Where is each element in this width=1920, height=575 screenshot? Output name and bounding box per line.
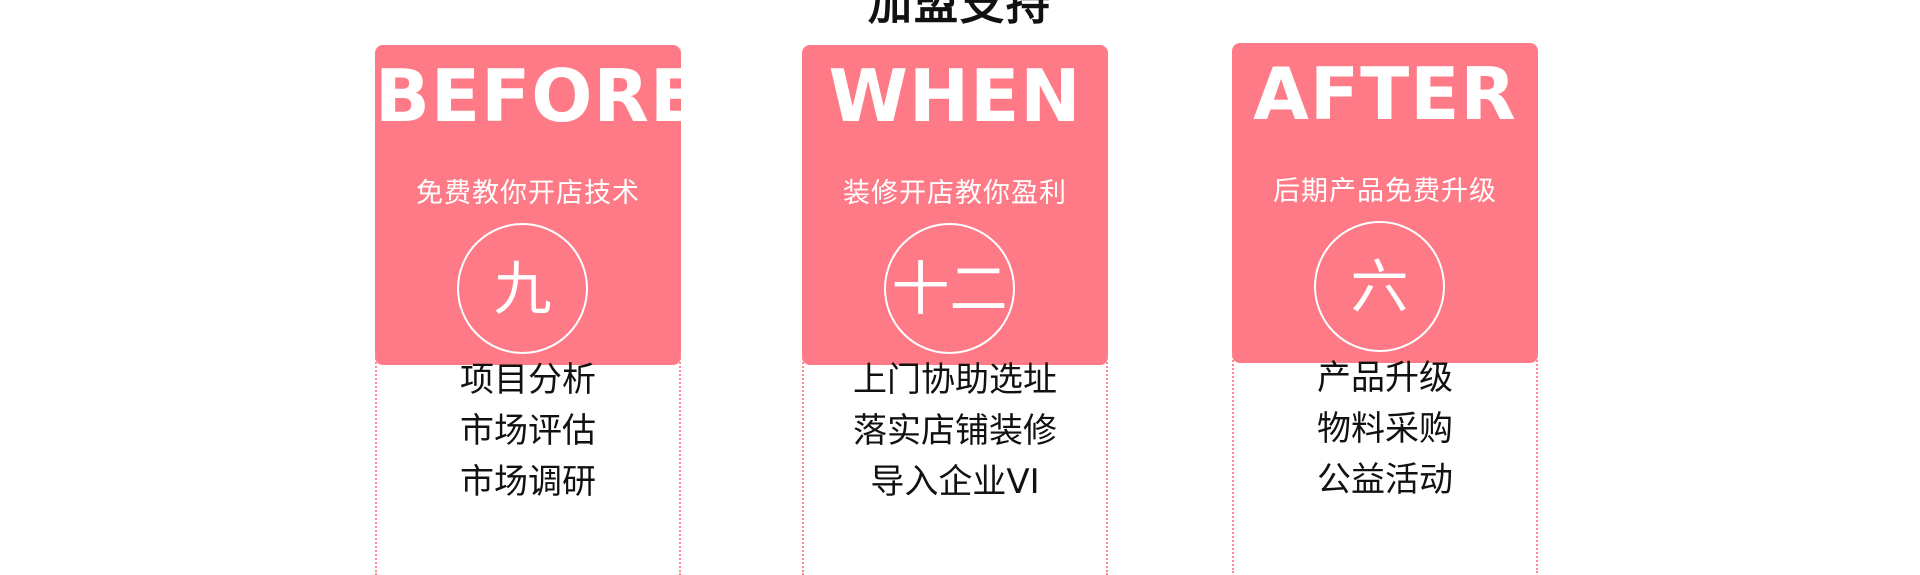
card-list-after: 产品升级 物料采购 公益活动 — [1232, 353, 1538, 573]
list-item: 落实店铺装修 — [853, 411, 1057, 451]
list-item: 上门协助选址 — [853, 360, 1057, 400]
card-when: WHEN 装修开店教你盈利 十二 — [802, 45, 1108, 365]
page-title: 加盟支持 — [868, 0, 1052, 30]
list-item: 导入企业VI — [870, 462, 1040, 502]
card-heading: BEFORE — [375, 54, 701, 138]
card-list-when: 上门协助选址 落实店铺装修 导入企业VI — [802, 355, 1108, 575]
card-list-before: 项目分析 市场评估 市场调研 — [375, 355, 681, 575]
card-subtitle: 后期产品免费升级 — [1273, 176, 1497, 207]
list-item: 物料采购 — [1317, 409, 1453, 449]
card-circle-number: 六 — [1314, 221, 1445, 352]
card-circle-number: 九 — [457, 223, 588, 354]
list-item: 市场调研 — [460, 462, 596, 502]
card-subtitle: 免费教你开店技术 — [416, 178, 640, 209]
card-before: BEFORE 免费教你开店技术 九 — [375, 45, 701, 365]
card-circle-number: 十二 — [884, 223, 1015, 354]
list-item: 公益活动 — [1317, 460, 1453, 500]
list-item: 市场评估 — [460, 411, 596, 451]
card-after: AFTER 后期产品免费升级 六 — [1232, 43, 1538, 363]
list-item: 项目分析 — [460, 360, 596, 400]
card-subtitle: 装修开店教你盈利 — [843, 178, 1067, 209]
card-heading: WHEN — [828, 54, 1082, 138]
list-item: 产品升级 — [1317, 358, 1453, 398]
card-heading: AFTER — [1253, 52, 1517, 136]
